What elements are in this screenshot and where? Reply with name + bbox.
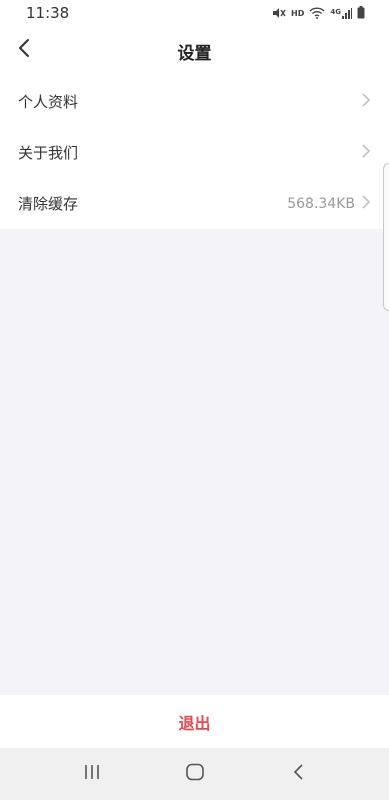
clear-cache-item[interactable]: 清除缓存 568.34KB	[0, 178, 389, 229]
system-nav-bar	[0, 748, 389, 800]
header: 设置	[0, 26, 389, 76]
settings-list: 个人资料 关于我们 清除缓存 568.34KB	[0, 76, 389, 229]
status-icons: HD 4G	[272, 4, 365, 23]
about-us-item[interactable]: 关于我们	[0, 127, 389, 178]
logout-button[interactable]: 退出	[0, 695, 389, 748]
chevron-right-icon	[361, 143, 371, 162]
status-time: 11:38	[26, 4, 70, 22]
cache-size: 568.34KB	[287, 195, 355, 212]
mute-icon	[272, 4, 286, 23]
network-type: 4G	[330, 7, 341, 16]
hd-indicator: HD	[291, 8, 305, 18]
battery-icon	[357, 4, 365, 23]
status-bar: 11:38 HD 4G	[0, 0, 389, 26]
item-label: 关于我们	[18, 144, 79, 162]
personal-info-item[interactable]: 个人资料	[0, 76, 389, 127]
chevron-right-icon	[361, 92, 371, 111]
home-button[interactable]	[175, 754, 215, 794]
signal-icon: 4G	[330, 7, 352, 19]
back-arrow-icon	[292, 763, 304, 785]
page-title: 设置	[177, 43, 212, 64]
chevron-left-icon	[18, 38, 30, 62]
item-right: 568.34KB	[287, 194, 371, 213]
home-icon	[185, 763, 205, 785]
back-button[interactable]	[10, 34, 38, 66]
recents-icon	[83, 764, 101, 784]
settings-screen: 11:38 HD 4G 设置 个人资料 关于我们 清除缓存 568.34KB 退…	[0, 0, 389, 800]
item-right	[361, 143, 371, 162]
logout-label: 退出	[178, 713, 211, 733]
item-label: 个人资料	[18, 93, 79, 111]
edge-panel-handle[interactable]	[383, 163, 389, 311]
item-right	[361, 92, 371, 111]
system-back-button[interactable]	[278, 754, 318, 794]
item-label: 清除缓存	[18, 195, 79, 213]
chevron-right-icon	[361, 194, 371, 213]
wifi-icon	[309, 4, 325, 23]
recent-apps-button[interactable]	[72, 754, 112, 794]
